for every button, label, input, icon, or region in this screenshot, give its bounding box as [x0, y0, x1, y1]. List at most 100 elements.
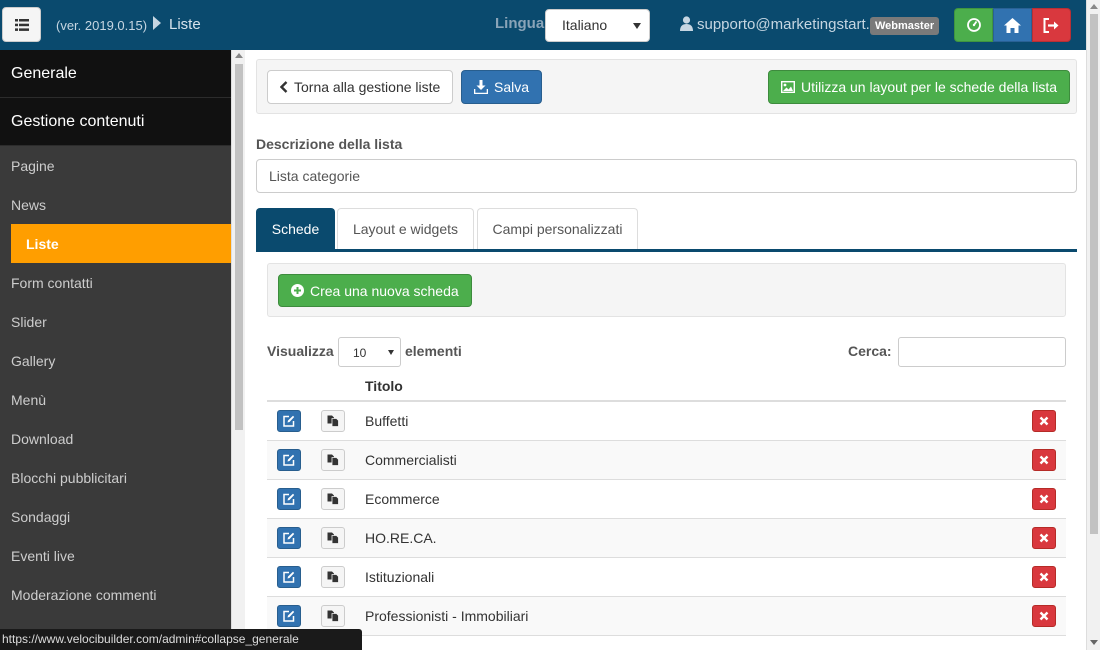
search-input[interactable]: [898, 337, 1066, 367]
top-bar: (ver. 2019.0.15) Liste Lingua Italiano s…: [0, 0, 1100, 50]
user-email[interactable]: supporto@marketingstart.it: [697, 16, 877, 33]
duplicate-button[interactable]: [321, 527, 345, 549]
duplicate-button[interactable]: [321, 410, 345, 432]
breadcrumb-current: Liste: [169, 16, 201, 33]
table-row: Professionisti - Immobiliari: [267, 597, 1066, 636]
edit-button[interactable]: [277, 527, 301, 549]
row-title: Buffetti: [365, 413, 409, 429]
home-icon: [1004, 17, 1021, 33]
row-title: Istituzionali: [365, 569, 435, 585]
home-button[interactable]: [993, 8, 1032, 42]
download-icon: [474, 80, 488, 94]
duplicate-button[interactable]: [321, 488, 345, 510]
close-icon: [1039, 494, 1049, 504]
duplicate-button[interactable]: [321, 449, 345, 471]
delete-button[interactable]: [1032, 527, 1056, 549]
back-to-lists-button[interactable]: Torna alla gestione liste: [267, 70, 454, 104]
copy-icon: [327, 532, 339, 544]
scroll-down-icon[interactable]: [1090, 640, 1098, 645]
column-title-header[interactable]: Titolo: [365, 378, 403, 394]
copy-icon: [327, 454, 339, 466]
sidebar-item-slider[interactable]: Slider: [0, 302, 231, 341]
table-row: HO.RE.CA.: [267, 519, 1066, 558]
duplicate-button[interactable]: [321, 566, 345, 588]
scrollbar-thumb[interactable]: [1090, 14, 1098, 534]
caret-down-icon: [633, 23, 641, 29]
scroll-up-icon[interactable]: [1090, 4, 1098, 9]
dashboard-button[interactable]: [954, 8, 993, 42]
role-badge: Webmaster: [870, 17, 940, 35]
row-title: Ecommerce: [365, 491, 440, 507]
table-row: Istituzionali: [267, 558, 1066, 597]
user-icon: [680, 16, 693, 31]
edit-button[interactable]: [277, 488, 301, 510]
edit-button[interactable]: [277, 566, 301, 588]
main-content: Torna alla gestione liste Salva Utilizza…: [245, 50, 1086, 650]
menu-toggle-button[interactable]: [2, 7, 41, 42]
language-select[interactable]: Italiano: [545, 9, 650, 42]
tab-schede[interactable]: Schede: [256, 208, 335, 249]
sidebar-section-generale[interactable]: Generale: [0, 50, 231, 98]
scroll-up-icon[interactable]: [235, 53, 243, 58]
tab-bar: Schede Layout e widgets Campi personaliz…: [256, 208, 1077, 252]
table-body: Buffetti Commercialisti Ecommerce HO.RE.…: [267, 402, 1066, 636]
create-card-button[interactable]: Crea una nuova scheda: [278, 274, 472, 307]
close-icon: [1039, 611, 1049, 621]
use-layout-button[interactable]: Utilizza un layout per le schede della l…: [768, 70, 1071, 104]
plus-circle-icon: [291, 284, 304, 297]
edit-icon: [283, 610, 295, 622]
page-scrollbar[interactable]: [1086, 0, 1100, 650]
close-icon: [1039, 572, 1049, 582]
close-icon: [1039, 416, 1049, 426]
delete-button[interactable]: [1032, 449, 1056, 471]
edit-button[interactable]: [277, 605, 301, 627]
row-title: Professionisti - Immobiliari: [365, 608, 529, 624]
table-row: Commercialisti: [267, 441, 1066, 480]
sidebar-item-news[interactable]: News: [0, 185, 231, 224]
sidebar-item-sondaggi[interactable]: Sondaggi: [0, 497, 231, 536]
sidebar-section-contenuti[interactable]: Gestione contenuti: [0, 98, 231, 146]
sidebar-item-blocchi[interactable]: Blocchi pubblicitari: [0, 458, 231, 497]
close-icon: [1039, 533, 1049, 543]
page-size-label: Visualizza: [267, 343, 334, 359]
cards-table: Titolo Buffetti Commercialisti Ecommerce…: [267, 375, 1066, 636]
sidebar: Generale Gestione contenuti Pagine News …: [0, 50, 231, 650]
sidebar-item-download[interactable]: Download: [0, 419, 231, 458]
create-card-well: Crea una nuova scheda: [267, 263, 1066, 317]
save-button[interactable]: Salva: [461, 70, 543, 104]
delete-button[interactable]: [1032, 605, 1056, 627]
page-size-value: 10: [353, 346, 367, 360]
tab-layout-widgets[interactable]: Layout e widgets: [337, 208, 474, 249]
scrollbar-thumb[interactable]: [235, 64, 243, 430]
copy-icon: [327, 571, 339, 583]
sidebar-item-liste[interactable]: Liste: [11, 224, 231, 263]
sidebar-item-form-contatti[interactable]: Form contatti: [0, 263, 231, 302]
save-button-label: Salva: [494, 79, 530, 95]
description-input[interactable]: [256, 159, 1077, 193]
use-layout-label: Utilizza un layout per le schede della l…: [801, 79, 1058, 95]
sidebar-item-eventi-live[interactable]: Eventi live: [0, 536, 231, 575]
sidebar-item-gallery[interactable]: Gallery: [0, 341, 231, 380]
sidebar-item-pagine[interactable]: Pagine: [0, 146, 231, 185]
elements-label: elementi: [405, 343, 462, 359]
sidebar-item-menu[interactable]: Menù: [0, 380, 231, 419]
language-label: Lingua: [495, 15, 545, 32]
chevron-left-icon: [280, 81, 288, 93]
language-selected: Italiano: [562, 17, 608, 33]
tab-campi-personalizzati[interactable]: Campi personalizzati: [477, 208, 638, 249]
logout-button[interactable]: [1032, 8, 1071, 42]
action-toolbar: Torna alla gestione liste Salva Utilizza…: [256, 59, 1077, 114]
table-row: Buffetti: [267, 402, 1066, 441]
sidebar-scrollbar[interactable]: [231, 50, 245, 650]
copy-icon: [327, 493, 339, 505]
edit-button[interactable]: [277, 449, 301, 471]
duplicate-button[interactable]: [321, 605, 345, 627]
create-card-label: Crea una nuova scheda: [310, 282, 459, 299]
page-size-select[interactable]: 10: [338, 337, 401, 367]
delete-button[interactable]: [1032, 488, 1056, 510]
edit-icon: [283, 454, 295, 466]
delete-button[interactable]: [1032, 410, 1056, 432]
edit-button[interactable]: [277, 410, 301, 432]
delete-button[interactable]: [1032, 566, 1056, 588]
sidebar-item-moderazione[interactable]: Moderazione commenti: [0, 575, 231, 614]
